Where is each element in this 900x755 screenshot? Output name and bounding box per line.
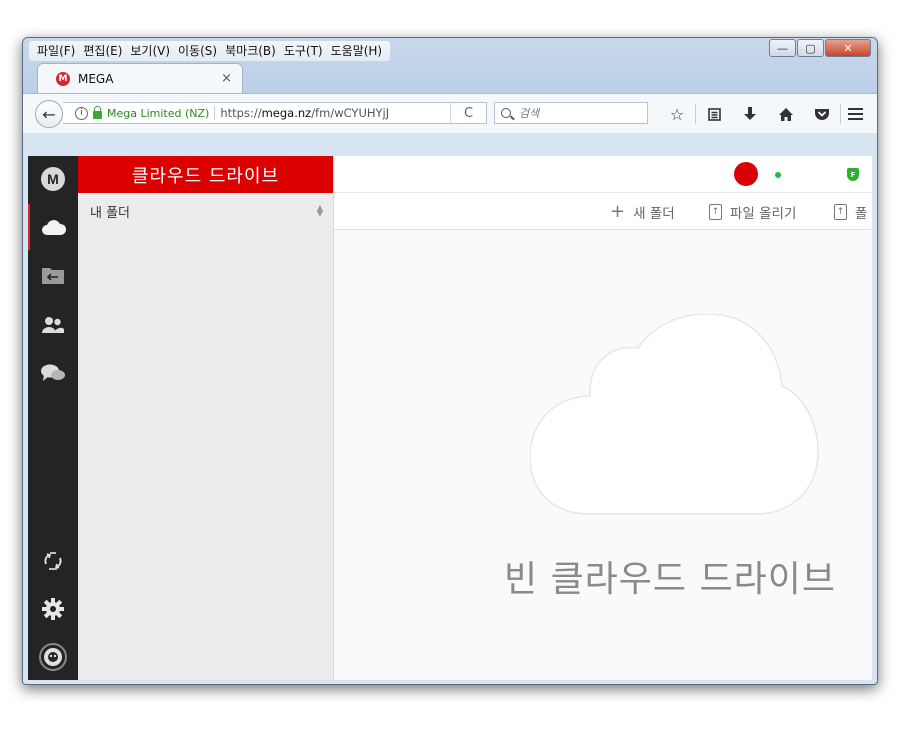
- new-folder-label: 새 폴더: [633, 205, 675, 222]
- panel-header: 클라우드 드라이브: [78, 156, 333, 193]
- upload-file-button[interactable]: ↑ 파일 올리기: [709, 193, 796, 230]
- page-content: M 클라우드 드라이브 내 폴더 ▲ ▼ F + 새 폴더 ↑ 파일 올리기 ↑…: [28, 156, 872, 680]
- mega-logo-button[interactable]: M: [28, 156, 78, 202]
- search-input[interactable]: 검색: [494, 102, 648, 124]
- upload-file-label: 파일 올리기: [730, 205, 797, 222]
- rail-settings[interactable]: [28, 586, 78, 632]
- tab-close-icon[interactable]: ×: [221, 71, 232, 86]
- browser-tab[interactable]: M MEGA ×: [37, 63, 243, 93]
- tree-item-label: 내 폴더: [90, 205, 131, 221]
- menu-icon[interactable]: [841, 100, 869, 128]
- pro-badge-icon[interactable]: F: [847, 168, 859, 181]
- reload-icon[interactable]: C: [450, 103, 486, 123]
- search-placeholder: 검색: [519, 107, 540, 120]
- action-bar: + 새 폴더 ↑ 파일 올리기 ↑ 폴: [334, 193, 872, 230]
- tab-title: MEGA: [78, 71, 114, 86]
- upload-folder-label: 폴: [855, 205, 868, 222]
- empty-state: 빈 클라우드 드라이브: [334, 230, 872, 680]
- mega-logo-icon: M: [41, 167, 65, 191]
- navigation-bar: i Mega Limited (NZ) https://mega.nz/fm/w…: [23, 93, 877, 133]
- menu-tools[interactable]: 도구(T): [280, 41, 327, 61]
- site-identity[interactable]: Mega Limited (NZ): [107, 107, 209, 120]
- plus-icon: +: [610, 201, 626, 222]
- menu-file[interactable]: 파일(F): [33, 41, 79, 61]
- info-icon[interactable]: i: [75, 106, 88, 120]
- top-bar: F: [334, 156, 872, 193]
- side-panel: 클라우드 드라이브 내 폴더 ▲ ▼: [78, 156, 334, 680]
- download-icon[interactable]: [732, 100, 768, 128]
- main-area: F + 새 폴더 ↑ 파일 올리기 ↑ 폴 빈 클라우드 드라이브: [334, 156, 872, 680]
- cloud-drive-icon: [42, 220, 67, 235]
- chat-icon: [41, 364, 65, 381]
- left-rail: M: [28, 156, 78, 680]
- url-prefix: https://: [220, 106, 262, 120]
- browser-window: 파일(F) 편집(E) 보기(V) 이동(S) 북마크(B) 도구(T) 도움말…: [22, 37, 878, 685]
- window-controls: — ▢ ✕: [768, 39, 871, 57]
- account-icon: [39, 643, 67, 671]
- menu-view[interactable]: 보기(V): [126, 41, 174, 61]
- upload-file-icon: ↑: [709, 203, 722, 220]
- rubbish-bin-icon: [44, 552, 62, 570]
- toolbar-icons: ☆: [659, 100, 841, 128]
- close-window-button[interactable]: ✕: [825, 39, 871, 57]
- home-icon[interactable]: [768, 100, 804, 128]
- back-button[interactable]: ←: [35, 100, 63, 128]
- minimize-button[interactable]: —: [769, 39, 796, 57]
- pocket-icon[interactable]: [804, 100, 840, 128]
- url-path: /fm/wCYUHYjJ: [311, 106, 390, 120]
- rail-chat[interactable]: [28, 350, 78, 396]
- rail-contacts[interactable]: [28, 302, 78, 348]
- url-domain: mega.nz: [261, 106, 312, 120]
- menu-help[interactable]: 도움말(H): [327, 41, 387, 61]
- rail-rubbish-bin[interactable]: [28, 538, 78, 584]
- new-folder-button[interactable]: + 새 폴더: [610, 193, 675, 230]
- rail-inbox[interactable]: [28, 252, 78, 298]
- rail-cloud-drive[interactable]: [28, 204, 78, 250]
- inbox-icon: [42, 268, 64, 284]
- upload-folder-icon: ↑: [834, 203, 847, 220]
- empty-cloud-icon: [530, 314, 819, 515]
- reading-list-icon[interactable]: [696, 100, 732, 128]
- upload-folder-button[interactable]: ↑ 폴: [834, 193, 867, 230]
- url-bar[interactable]: i Mega Limited (NZ) https://mega.nz/fm/w…: [63, 102, 487, 124]
- tree-item-my-folders[interactable]: 내 폴더 ▲ ▼: [78, 193, 333, 229]
- arrow-left-icon: ←: [42, 104, 56, 124]
- menu-bookmarks[interactable]: 북마크(B): [221, 41, 280, 61]
- empty-state-text: 빈 클라우드 드라이브: [504, 559, 836, 600]
- lock-icon: [93, 105, 102, 119]
- online-status-dot: [775, 172, 781, 178]
- reload-glyph: C: [463, 105, 474, 121]
- url-separator: [214, 106, 216, 120]
- title-bar: 파일(F) 편집(E) 보기(V) 이동(S) 북마크(B) 도구(T) 도움말…: [23, 38, 877, 100]
- menu-edit[interactable]: 편집(E): [79, 41, 126, 61]
- maximize-button[interactable]: ▢: [797, 39, 824, 57]
- sort-arrows-icon[interactable]: ▲ ▼: [317, 204, 323, 218]
- menu-bar: 파일(F) 편집(E) 보기(V) 이동(S) 북마크(B) 도구(T) 도움말…: [29, 41, 391, 61]
- star-icon[interactable]: ☆: [659, 100, 695, 128]
- rail-account[interactable]: [28, 634, 78, 680]
- avatar[interactable]: [734, 162, 758, 186]
- menu-go[interactable]: 이동(S): [174, 41, 221, 61]
- url-text[interactable]: https://mega.nz/fm/wCYUHYjJ: [220, 106, 389, 120]
- settings-icon: [42, 598, 64, 620]
- search-icon: [501, 108, 511, 118]
- contacts-icon: [42, 317, 64, 333]
- mega-favicon-icon: M: [56, 71, 70, 86]
